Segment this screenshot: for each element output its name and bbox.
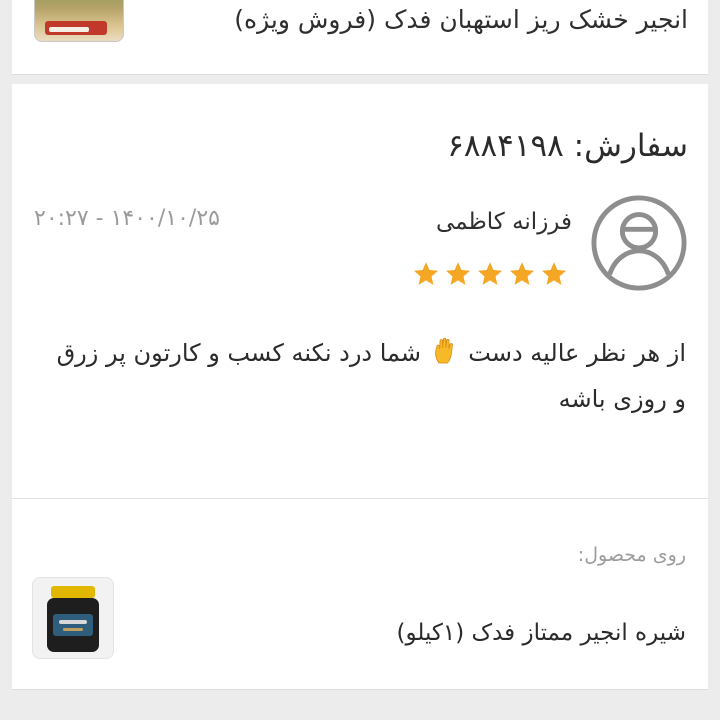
reviewed-product-card[interactable]: روی محصول: شیره انجیر ممتاز فدک (۱کیلو) — [12, 499, 708, 690]
product-thumbnail[interactable] — [34, 0, 124, 42]
on-product-label: روی محصول: — [577, 544, 686, 566]
star-icon — [509, 262, 535, 285]
syrup-jar-image — [47, 586, 99, 652]
product-thumbnail[interactable] — [32, 577, 114, 659]
review-date: ۲۰:۲۷ - ۱۴۰۰/۱۰/۲۵ — [34, 206, 220, 231]
star-rating — [412, 260, 568, 290]
star-icon — [413, 262, 439, 285]
review-author: فرزانه کاظمی — [436, 209, 572, 235]
star-icon — [445, 262, 471, 285]
raised-hand-icon — [434, 337, 453, 364]
review-card: سفارش: ۶۸۸۴۱۹۸ فرزانه کاظمی ۲۰:۲۷ - ۱۴۰۰… — [12, 84, 708, 499]
user-avatar-icon — [591, 195, 687, 291]
product-title[interactable]: انجیر خشک ریز استهبان فدک (فروش ویژه) — [234, 0, 688, 40]
review-comment: از هر نظر عالیه دست شما درد نکنه کسب و ک… — [52, 330, 686, 422]
star-icon — [541, 262, 567, 285]
comment-text-part1: از هر نظر عالیه دست — [468, 339, 686, 367]
product-card-top[interactable]: انجیر خشک ریز استهبان فدک (فروش ویژه) — [12, 0, 708, 75]
order-number: سفارش: ۶۸۸۴۱۹۸ — [447, 128, 688, 164]
star-icon — [477, 262, 503, 285]
product-label-stripe — [49, 27, 89, 32]
product-name[interactable]: شیره انجیر ممتاز فدک (۱کیلو) — [397, 615, 686, 651]
